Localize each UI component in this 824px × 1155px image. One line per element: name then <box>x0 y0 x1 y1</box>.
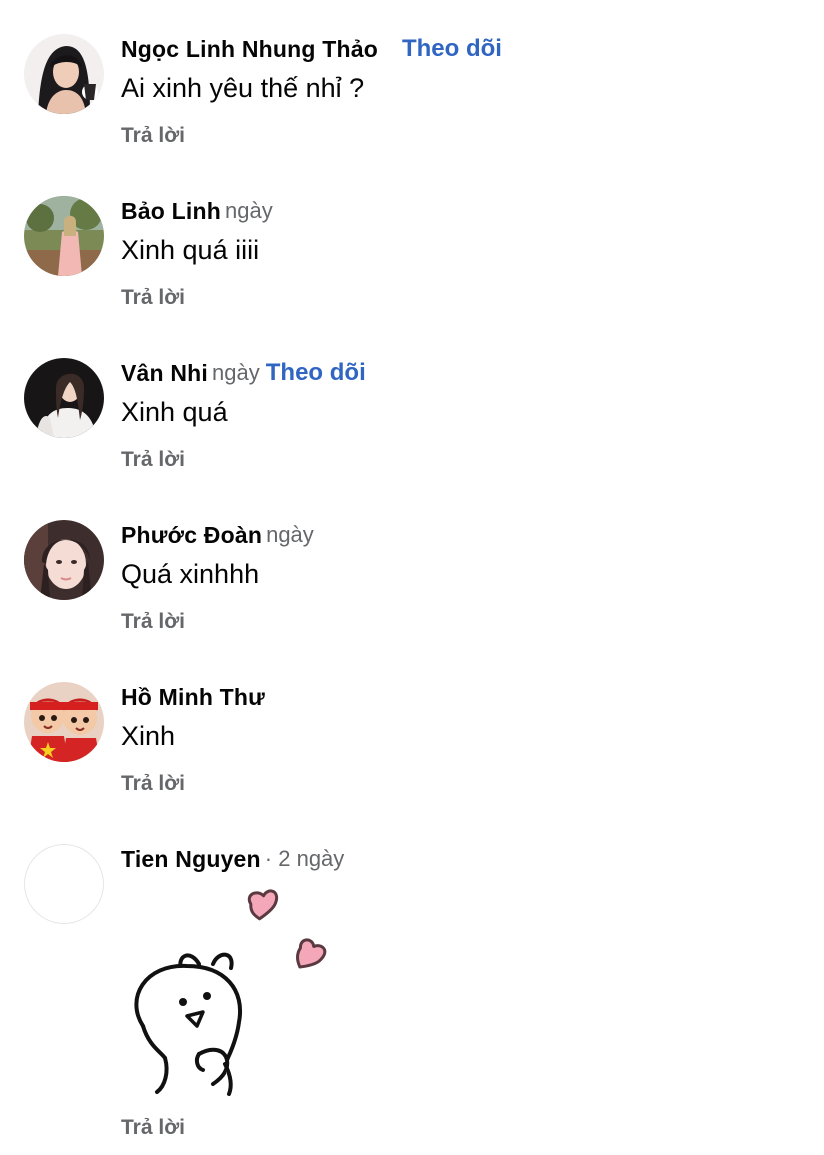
follow-link[interactable]: Theo dõi <box>402 35 502 63</box>
avatar[interactable] <box>24 682 104 762</box>
comment-thread: Ngọc Linh Nhung Thảo Theo dõi Ai xinh yê… <box>0 0 824 1155</box>
reply-link[interactable]: Trả lời <box>121 448 185 472</box>
avatar[interactable] <box>24 358 104 438</box>
author-name[interactable]: Ngọc Linh Nhung Thảo <box>121 36 378 63</box>
avatar[interactable] <box>24 196 104 276</box>
comment-header: Bảo Linh ngày <box>121 194 273 228</box>
author-name[interactable]: Vân Nhi <box>121 360 208 387</box>
author-name[interactable]: Tien Nguyen <box>121 846 261 873</box>
reply-link[interactable]: Trả lời <box>121 124 185 148</box>
comment-header: Phước Đoàn ngày <box>121 518 314 552</box>
avatar[interactable] <box>24 520 104 600</box>
author-name[interactable]: Phước Đoàn <box>121 522 262 549</box>
reply-link[interactable]: Trả lời <box>121 610 185 634</box>
comment-text: Xinh quá iiii <box>121 235 260 265</box>
reply-link[interactable]: Trả lời <box>121 286 185 310</box>
reply-link[interactable]: Trả lời <box>121 1116 185 1140</box>
comment-header: Ngọc Linh Nhung Thảo Theo dõi <box>121 32 502 66</box>
avatar[interactable] <box>24 34 104 114</box>
comment-header: Hồ Minh Thư <box>121 680 269 714</box>
comment-header: Vân Nhi ngày Theo dõi <box>121 356 366 390</box>
comment-time: ngày <box>212 360 260 385</box>
comment-time: · 2 ngày <box>264 846 345 871</box>
author-name[interactable]: Hồ Minh Thư <box>121 684 265 711</box>
follow-link[interactable]: Theo dõi <box>266 359 366 387</box>
reply-link[interactable]: Trả lời <box>121 772 185 796</box>
avatar[interactable] <box>24 844 104 924</box>
comment-text: Ai xinh yêu thế nhỉ ? <box>121 73 365 103</box>
author-name[interactable]: Bảo Linh <box>121 198 221 225</box>
bunny-hearts-sticker[interactable] <box>121 880 341 1100</box>
comment-time: ngày <box>266 522 314 547</box>
comment-text: Quá xinhhh <box>121 559 260 589</box>
comment-header: Tien Nguyen · 2 ngày <box>121 842 344 876</box>
comment-time: ngày <box>224 198 273 223</box>
comment-text: Xinh <box>121 721 176 751</box>
comment-text: Xinh quá <box>121 397 228 427</box>
